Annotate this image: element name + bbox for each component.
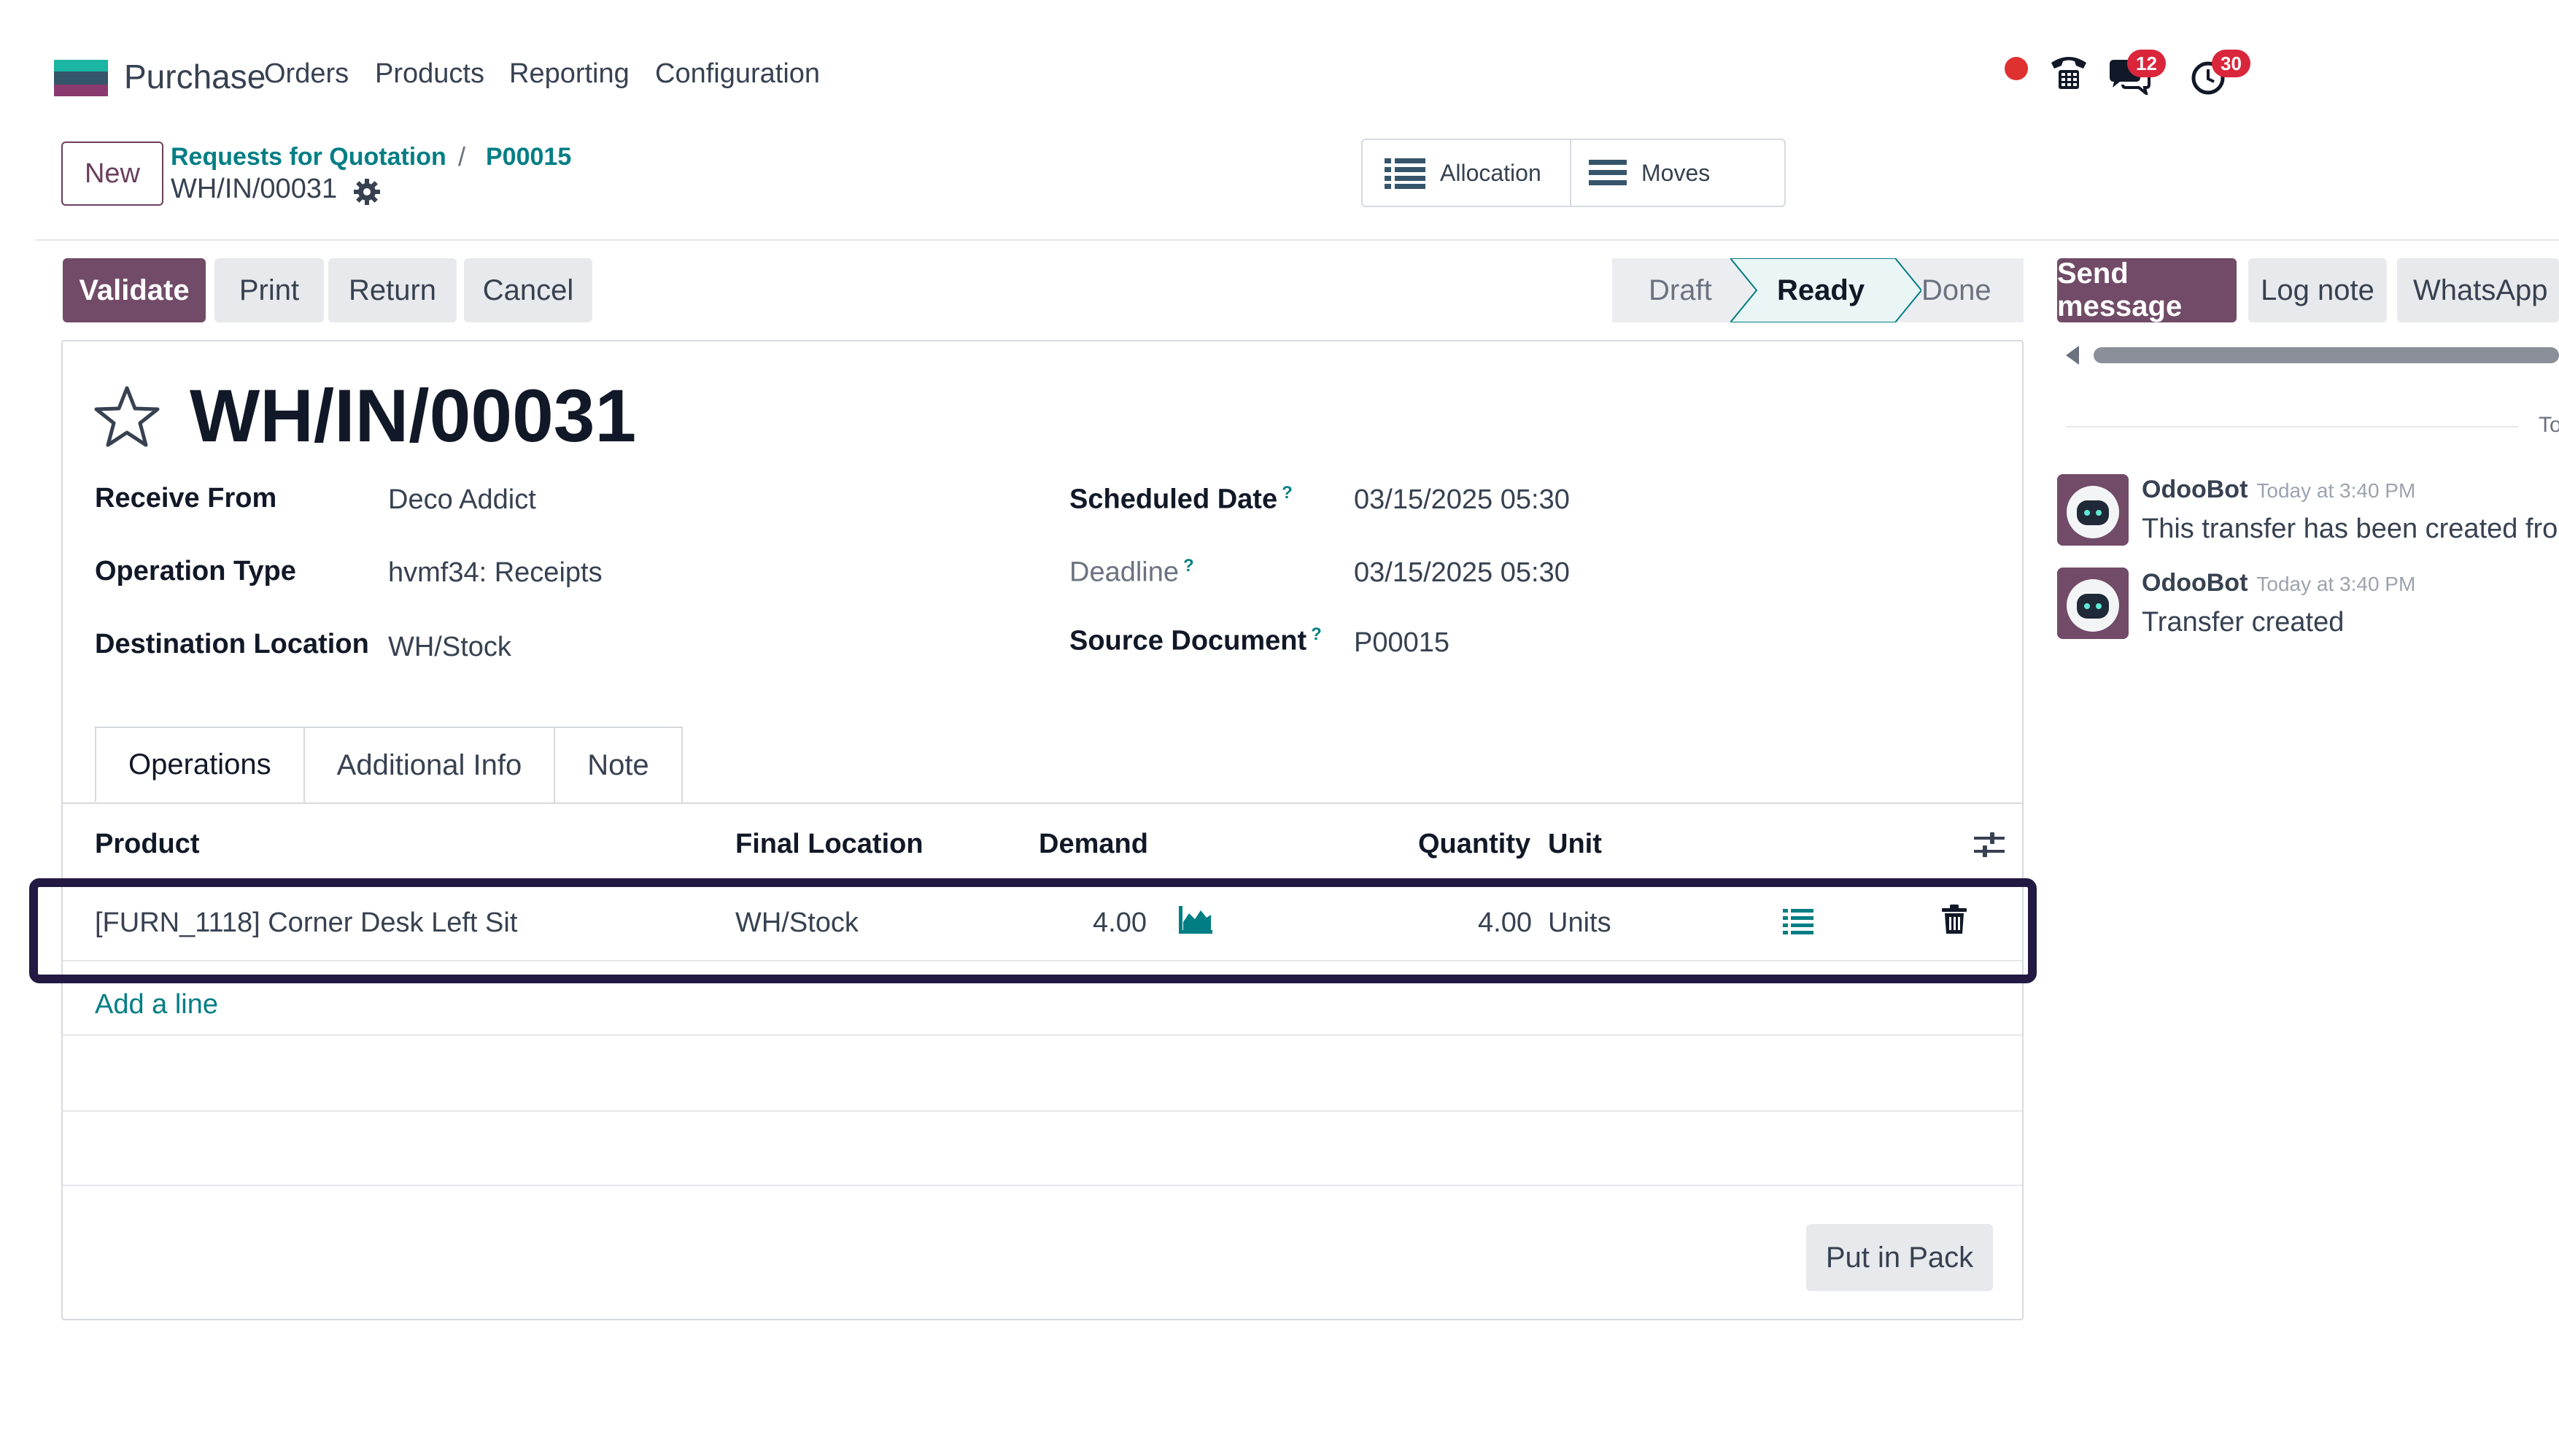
row-divider	[63, 1034, 2022, 1036]
source-document-label-text: Source Document	[1069, 625, 1307, 657]
print-button[interactable]: Print	[214, 258, 324, 322]
avatar[interactable]	[2057, 568, 2129, 639]
allocation-label: Allocation	[1440, 159, 1541, 186]
tab-divider	[61, 802, 2024, 804]
list-icon	[1385, 157, 1425, 189]
help-icon[interactable]: ?	[1311, 624, 1322, 644]
destination-location-label: Destination Location	[95, 629, 369, 659]
tab-operations[interactable]: Operations	[95, 727, 305, 802]
stage-draft[interactable]: Draft	[1649, 258, 1712, 322]
scroll-left-icon[interactable]	[2066, 346, 2079, 365]
operation-type-field[interactable]: hvmf34: Receipts	[388, 557, 603, 589]
bars-icon	[1589, 157, 1627, 189]
row-divider	[63, 1110, 2022, 1112]
tab-note[interactable]: Note	[554, 727, 683, 802]
avatar[interactable]	[2057, 474, 2129, 546]
message-time: Today at 3:40 PM	[2256, 479, 2416, 502]
breadcrumb-rfq[interactable]: Requests for Quotation	[171, 143, 446, 171]
deadline-field[interactable]: 03/15/2025 05:30	[1354, 557, 1570, 589]
message-body: Transfer created	[2142, 607, 2345, 638]
allocation-button[interactable]: Allocation	[1363, 140, 1571, 206]
smart-buttons: Allocation Moves	[1361, 139, 1786, 207]
activities-badge: 30	[2212, 50, 2250, 77]
menu-orders[interactable]: Orders	[264, 58, 349, 90]
phone-icon[interactable]	[2048, 53, 2089, 96]
date-separator: Today	[2539, 413, 2559, 437]
message-body: This transfer has been created from	[2142, 514, 2559, 544]
validate-button[interactable]: Validate	[63, 258, 206, 322]
log-note-button[interactable]: Log note	[2248, 258, 2387, 322]
whatsapp-button[interactable]: WhatsApp	[2397, 258, 2559, 322]
col-demand[interactable]: Demand	[1039, 829, 1148, 860]
messages-badge: 12	[2127, 50, 2166, 77]
moves-button[interactable]: Moves	[1571, 140, 1783, 206]
col-quantity[interactable]: Quantity	[1418, 829, 1530, 860]
operation-type-label: Operation Type	[95, 556, 296, 586]
status-dot-icon[interactable]	[2003, 55, 2029, 85]
row-divider	[63, 1185, 2022, 1186]
author-name: OdooBot	[2142, 476, 2248, 503]
record-title: WH/IN/00031	[190, 374, 637, 457]
destination-location-field[interactable]: WH/Stock	[388, 632, 511, 663]
menu-products[interactable]: Products	[375, 58, 484, 90]
breadcrumb-separator: /	[458, 142, 466, 171]
help-icon[interactable]: ?	[1183, 556, 1194, 576]
menu-configuration[interactable]: Configuration	[655, 58, 820, 90]
new-button[interactable]: New	[61, 142, 163, 206]
deadline-label-text: Deadline	[1069, 557, 1179, 588]
menu-reporting[interactable]: Reporting	[509, 58, 630, 90]
purchase-app-icon[interactable]	[54, 60, 108, 96]
cancel-button[interactable]: Cancel	[464, 258, 592, 322]
breadcrumb-current: WH/IN/00031	[171, 174, 338, 204]
col-final-location[interactable]: Final Location	[735, 829, 924, 860]
date-separator-line	[2066, 426, 2518, 427]
receive-from-label: Receive From	[95, 483, 277, 514]
return-button[interactable]: Return	[328, 258, 457, 322]
gear-icon[interactable]	[353, 178, 381, 206]
scheduled-date-label: Scheduled Date?	[1069, 483, 1293, 516]
message-author: OdooBot Today at 3:40 PM	[2142, 476, 2415, 504]
tab-additional-info[interactable]: Additional Info	[303, 727, 556, 802]
stage-ready[interactable]: Ready	[1777, 258, 1865, 322]
header-divider	[35, 239, 2559, 241]
message-time: Today at 3:40 PM	[2256, 573, 2416, 595]
row-divider	[63, 960, 2022, 961]
highlight-box	[29, 878, 2037, 983]
notebook-tabs: Operations Additional Info Note	[95, 727, 683, 804]
moves-label: Moves	[1641, 159, 1711, 186]
source-document-field[interactable]: P00015	[1354, 627, 1449, 659]
optional-columns-icon[interactable]	[1973, 829, 2006, 862]
author-name: OdooBot	[2142, 569, 2248, 597]
help-icon[interactable]: ?	[1282, 483, 1293, 503]
source-document-label: Source Document?	[1069, 624, 1322, 657]
scheduled-date-label-text: Scheduled Date	[1069, 484, 1278, 515]
star-icon[interactable]	[92, 384, 162, 449]
chatter-scrollbar[interactable]	[2094, 347, 2559, 363]
stage-done[interactable]: Done	[1921, 258, 1991, 322]
col-unit[interactable]: Unit	[1548, 829, 1602, 860]
page-bottom-band	[35, 1418, 2559, 1456]
put-in-pack-button[interactable]: Put in Pack	[1806, 1224, 1993, 1291]
receive-from-field[interactable]: Deco Addict	[388, 484, 536, 516]
status-bar: Draft Ready Done	[1612, 258, 2024, 322]
deadline-label: Deadline?	[1069, 556, 1194, 589]
col-product[interactable]: Product	[95, 829, 200, 860]
breadcrumb-order[interactable]: P00015	[486, 143, 571, 171]
app-name[interactable]: Purchase	[124, 57, 266, 96]
message-author: OdooBot Today at 3:40 PM	[2142, 569, 2415, 597]
add-line-link[interactable]: Add a line	[95, 989, 218, 1021]
send-message-button[interactable]: Send message	[2057, 257, 2237, 322]
scheduled-date-field[interactable]: 03/15/2025 05:30	[1354, 484, 1570, 516]
